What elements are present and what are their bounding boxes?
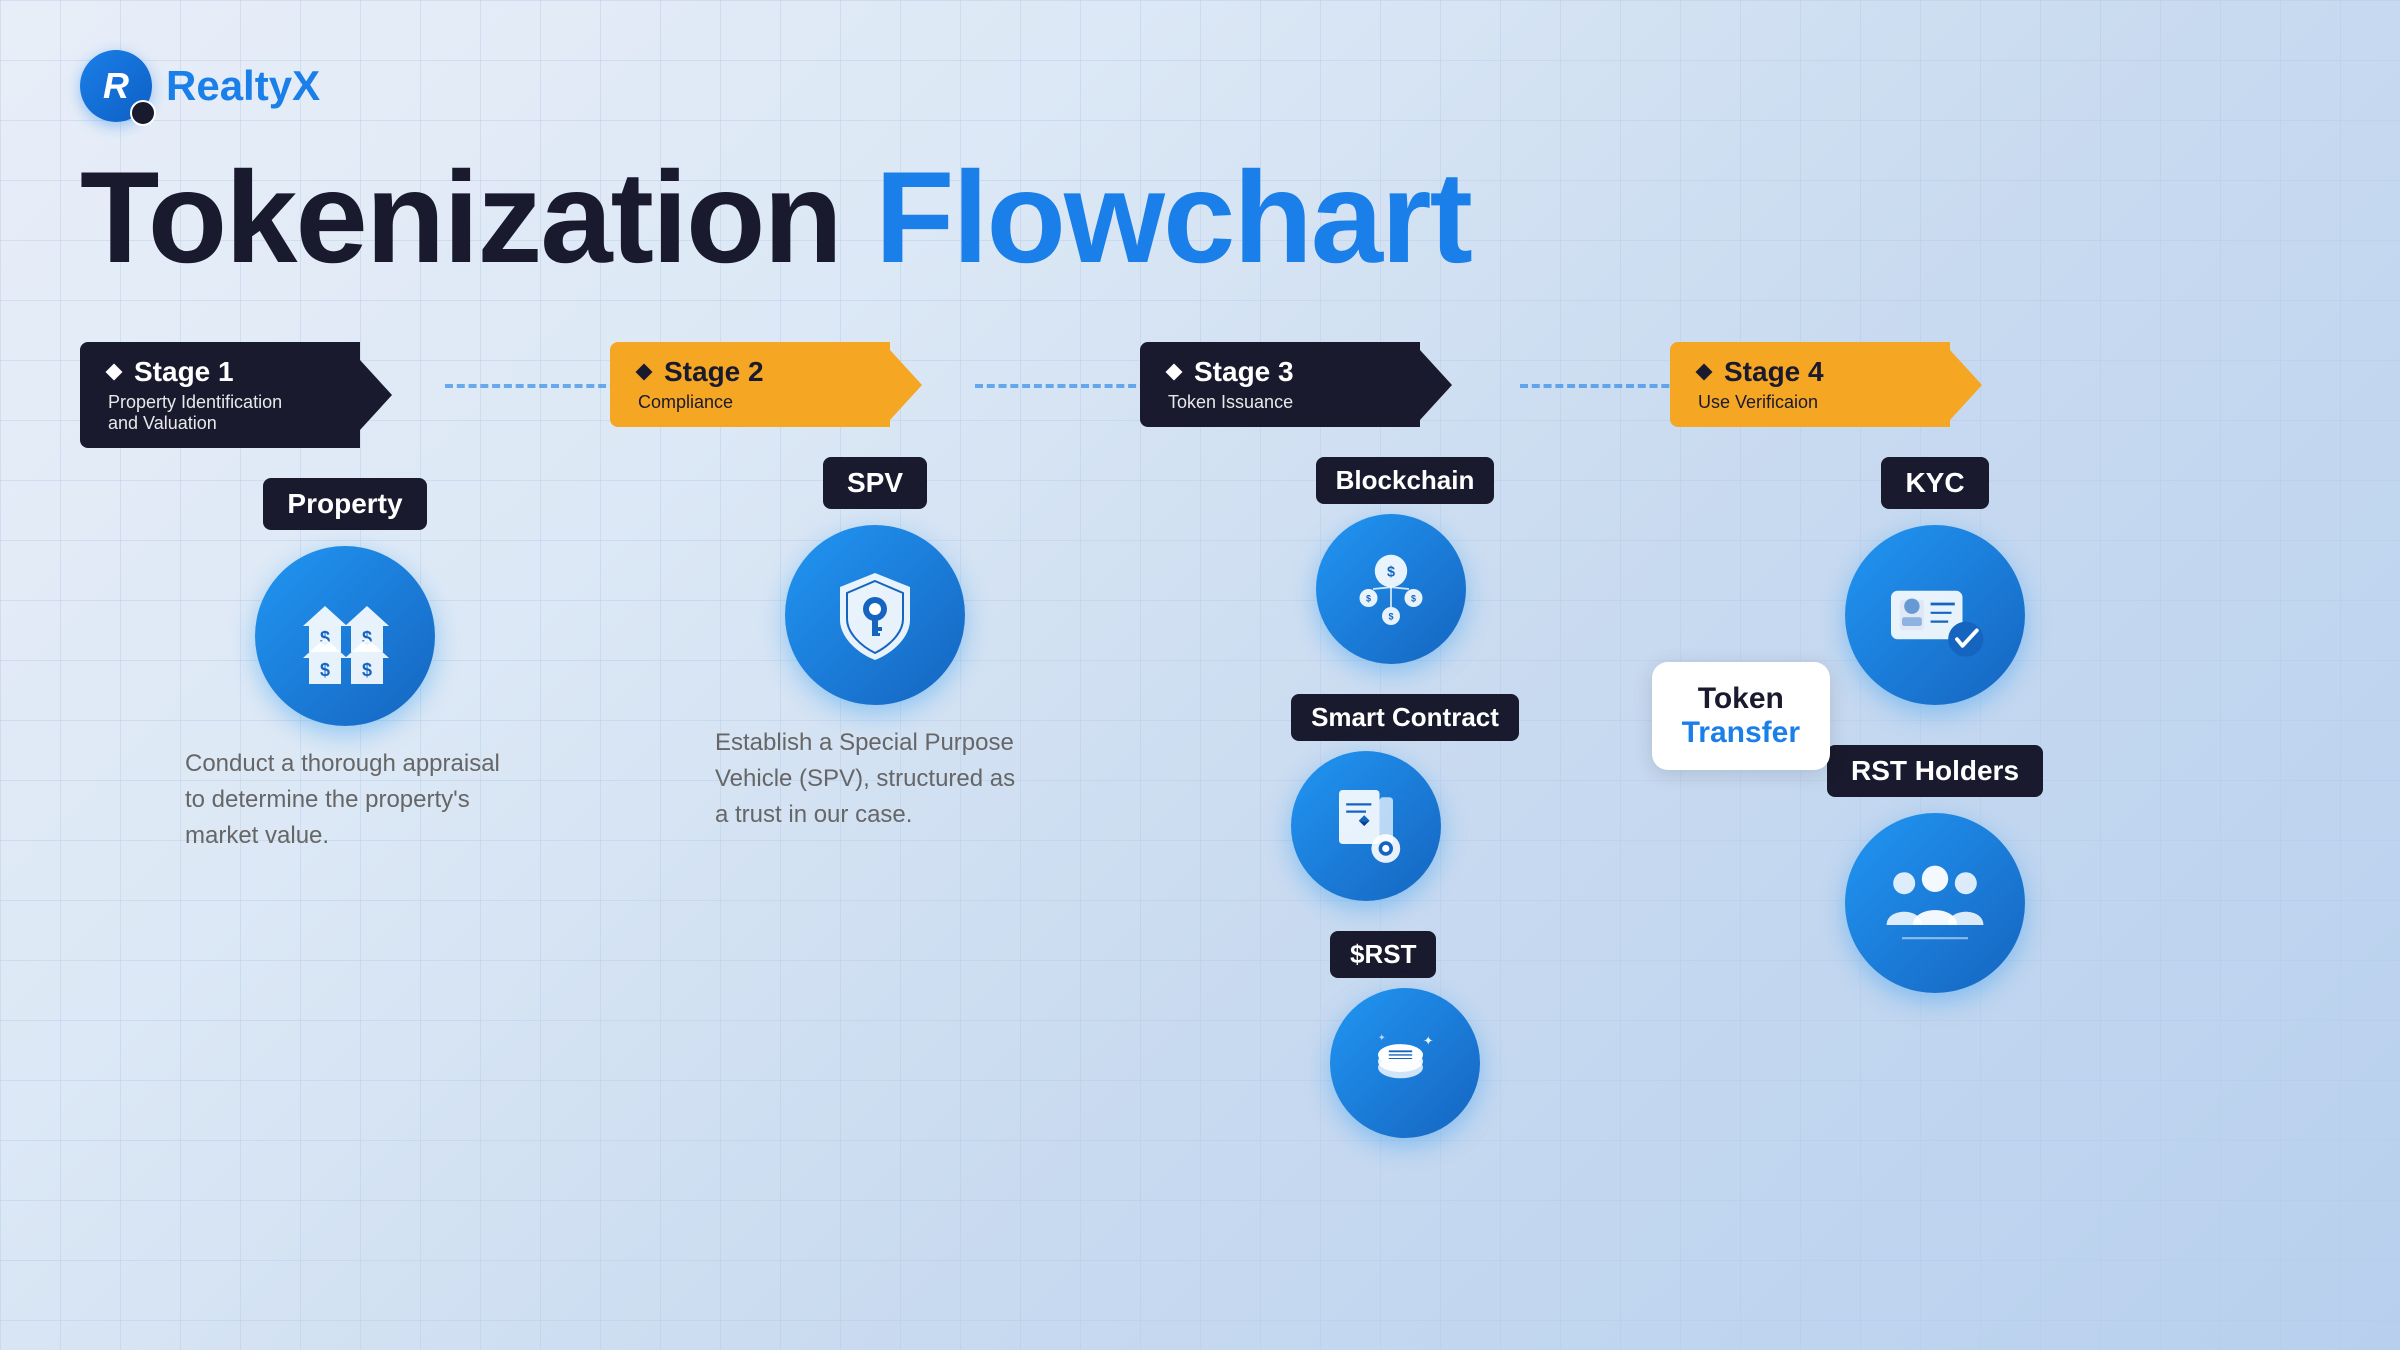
smart-contract-item: Smart Contract (1291, 694, 1519, 921)
svg-text:✦: ✦ (1378, 1033, 1386, 1043)
stage1-title: Stage 1 (108, 356, 332, 388)
svg-text:✦: ✦ (1423, 1034, 1434, 1048)
stage1-badge-main: Stage 1 Property Identificationand Valua… (80, 342, 360, 448)
spv-label: SPV (823, 457, 927, 509)
stage1-badge: Stage 1 Property Identificationand Valua… (80, 342, 392, 448)
rst-icon: ✦ ✦ (1330, 988, 1480, 1138)
svg-text:$: $ (1388, 612, 1393, 622)
stage3-title: Stage 3 (1168, 356, 1392, 388)
stage3-diamond (1166, 364, 1183, 381)
rst-label: $RST (1330, 931, 1436, 978)
stage3-subtitle: Token Issuance (1168, 392, 1392, 413)
svg-text:$: $ (320, 660, 330, 680)
rst-holders-icon (1845, 813, 2025, 993)
stage4-badge-main: Stage 4 Use Verificaion (1670, 342, 1950, 427)
rst-holders-item: RST Holders (1827, 745, 2043, 1013)
kyc-item: KYC (1845, 457, 2025, 725)
property-icon: $ $ $ (255, 546, 435, 726)
stage2-subtitle: Compliance (638, 392, 862, 413)
kyc-label: KYC (1881, 457, 1988, 509)
rst-holders-label: RST Holders (1827, 745, 2043, 797)
stage2-badge-main: Stage 2 Compliance (610, 342, 890, 427)
rst-item: $RST ✦ ✦ (1330, 931, 1480, 1158)
spv-icon (785, 525, 965, 705)
stage3-arrow (1420, 350, 1452, 420)
svg-text:$: $ (362, 660, 372, 680)
svg-text:$: $ (1411, 594, 1416, 604)
stage4-arrow (1950, 350, 1982, 420)
stage4-diamond (1696, 364, 1713, 381)
stage4-title: Stage 4 (1698, 356, 1922, 388)
blockchain-item: Blockchain $ $ (1316, 457, 1495, 684)
stage3-badge: Stage 3 Token Issuance (1140, 342, 1452, 427)
stage1-diamond (106, 364, 123, 381)
token-transfer-line2: Transfer (1682, 716, 1800, 750)
svg-text:$: $ (1366, 594, 1371, 604)
stage4-badge: Stage 4 Use Verificaion (1670, 342, 1982, 427)
smart-contract-label: Smart Contract (1291, 694, 1519, 741)
smart-contract-icon (1291, 751, 1441, 901)
token-transfer-line1: Token (1682, 682, 1800, 716)
token-transfer-box: Token Transfer (1652, 662, 1830, 770)
stage1-description: Conduct a thorough appraisal to determin… (165, 746, 525, 854)
logo-text: RealtyX (166, 62, 320, 110)
blockchain-label: Blockchain (1316, 457, 1495, 504)
stage2-description: Establish a Special Purpose Vehicle (SPV… (695, 725, 1055, 833)
stage4-subtitle: Use Verificaion (1698, 392, 1922, 413)
stage3-column: Stage 3 Token Issuance Blockchain $ (1140, 342, 1670, 1168)
stage2-title: Stage 2 (638, 356, 862, 388)
flowchart: Stage 1 Property Identificationand Valua… (80, 342, 2320, 1168)
svg-text:$: $ (1387, 564, 1395, 580)
stage2-badge: Stage 2 Compliance (610, 342, 922, 427)
logo-letter: R (103, 65, 129, 107)
logo-area: R RealtyX (80, 50, 2320, 122)
stage2-diamond (636, 364, 653, 381)
stage2-arrow (890, 350, 922, 420)
stage1-column: Stage 1 Property Identificationand Valua… (80, 342, 610, 854)
stage2-column: Stage 2 Compliance SPV (610, 342, 1140, 833)
blockchain-icon: $ $ $ $ (1316, 514, 1466, 664)
kyc-icon (1845, 525, 2025, 705)
logo-icon: R (80, 50, 152, 122)
page: R RealtyX Tokenization Flowchart Stage 1… (0, 0, 2400, 1350)
page-title: Tokenization Flowchart (80, 152, 2320, 282)
stage3-badge-main: Stage 3 Token Issuance (1140, 342, 1420, 427)
stage1-subtitle: Property Identificationand Valuation (108, 392, 332, 434)
property-label: Property (263, 478, 426, 530)
stage1-arrow (360, 360, 392, 430)
